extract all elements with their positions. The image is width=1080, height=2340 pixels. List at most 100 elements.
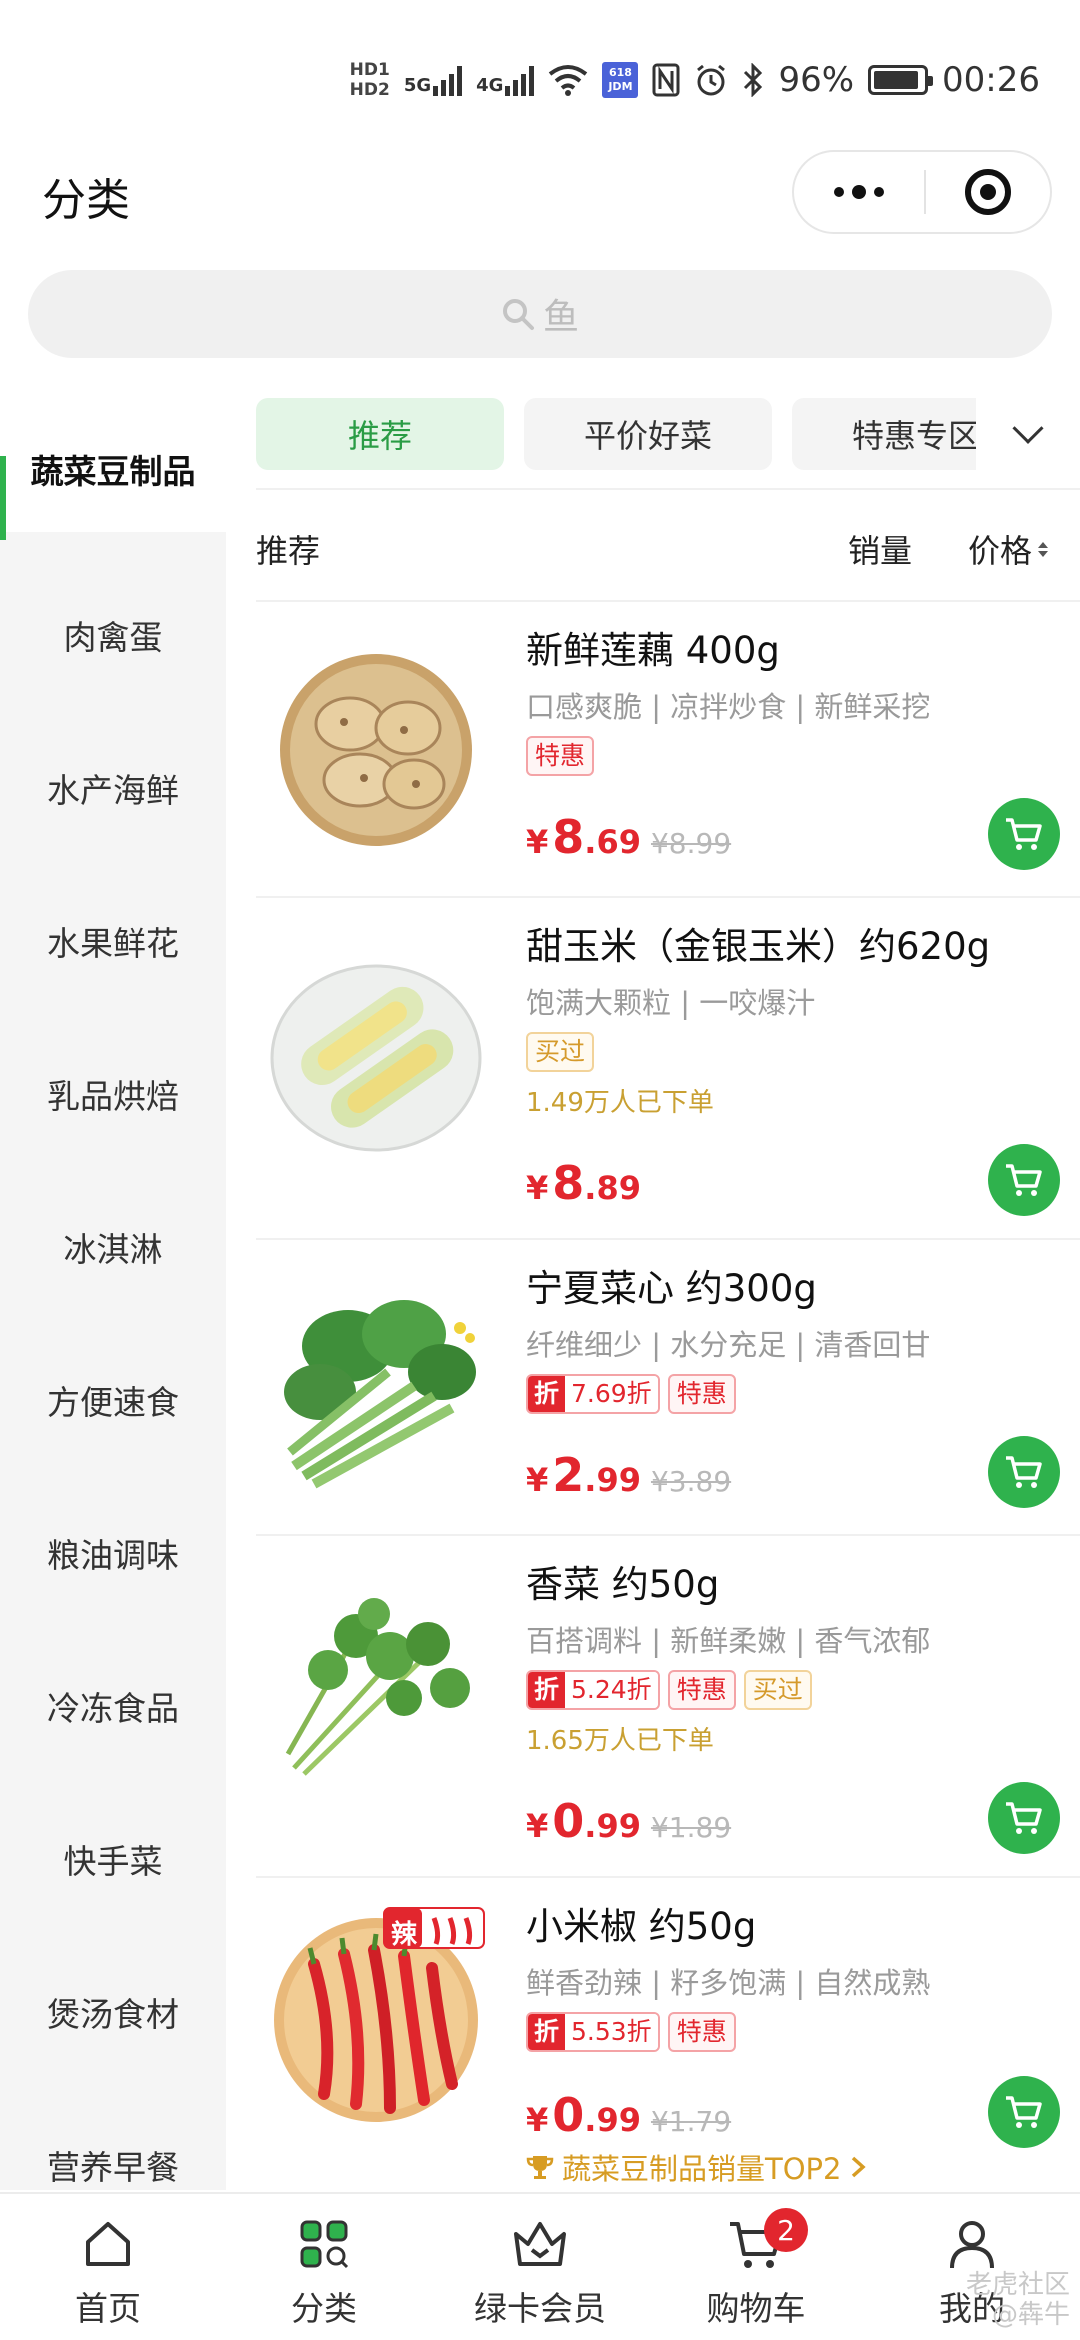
discount-mark: 折 [528, 1376, 566, 1412]
product-card[interactable]: 香菜 约50g 百搭调料 | 新鲜柔嫩 | 香气浓郁 折 5.24折 特惠 买过 … [256, 1536, 1080, 1878]
product-info: 新鲜莲藕 400g 口感爽脆 | 凉拌炒食 | 新鲜采挖 特惠 [526, 620, 1060, 776]
status-icons: HD1 HD2 5G 4G 618 JDM 96% 00:26 [350, 55, 1040, 105]
price-integer: 8 [552, 1156, 585, 1210]
product-price: ¥ 0 .99 ¥1.89 [526, 1794, 731, 1848]
add-to-cart-button[interactable] [988, 2076, 1060, 2148]
sidebar-item-grain-oil[interactable]: 粮油调味 [0, 1476, 226, 1629]
price-decimal: .99 [584, 1461, 641, 1499]
price-decimal: .99 [584, 1807, 641, 1845]
product-price: ¥ 8 .89 [526, 1156, 641, 1210]
price-integer: 2 [552, 1448, 585, 1502]
hd2-label: HD2 [349, 80, 390, 100]
sidebar-item-label: 冷冻食品 [47, 1688, 179, 1728]
product-name: 小米椒 约50g [526, 1905, 757, 1948]
tab-special-offer[interactable]: 特惠专区 [792, 398, 976, 470]
sidebar-item-label: 水产海鲜 [47, 770, 179, 810]
product-name: 香菜 约50g [526, 1563, 720, 1606]
header: 分类 [0, 150, 1080, 260]
cart-icon [1006, 1164, 1042, 1196]
sort-bar: 推荐 销量 价格 [256, 510, 1056, 590]
cart-icon [1006, 1456, 1042, 1488]
sidebar-item-frozen[interactable]: 冷冻食品 [0, 1629, 226, 1782]
special-offer-tag: 特惠 [667, 1670, 736, 1710]
miniprogram-capsule [792, 150, 1052, 234]
chevron-right-icon [852, 2156, 867, 2178]
product-price: ¥ 0 .99 ¥1.79 [526, 2088, 731, 2142]
special-offer-tag: 特惠 [667, 2012, 736, 2052]
sidebar-item-quick-dish[interactable]: 快手菜 [0, 1782, 226, 1935]
sales-rank-link[interactable]: 蔬菜豆制品销量TOP2 [526, 2146, 867, 2188]
sidebar-item-fruit[interactable]: 水果鲜花 [0, 864, 226, 1017]
tab-affordable[interactable]: 平价好菜 [524, 398, 772, 470]
product-card[interactable]: 辣 小米椒 约50g 鲜香劲辣 | 籽多饱满 | 自然成熟 折 5.53折 特惠 … [256, 1878, 1080, 2192]
product-tags: 特惠 [526, 736, 1060, 776]
discount-tag: 折 5.24折 [526, 1670, 660, 1710]
sidebar-item-label: 乳品烘焙 [47, 1076, 179, 1116]
sidebar-item-meat[interactable]: 肉禽蛋 [0, 558, 226, 711]
original-price: ¥8.99 [650, 827, 732, 860]
sort-sales[interactable]: 销量 [848, 526, 912, 572]
product-tags: 折 5.53折 特惠 [526, 2012, 1060, 2052]
cart-icon [1006, 1802, 1042, 1834]
battery-icon [868, 65, 934, 95]
net2-label: 4G [476, 75, 504, 96]
close-button[interactable] [926, 152, 1050, 232]
alarm-icon [697, 64, 726, 96]
bought-tag: 买过 [743, 1670, 812, 1710]
search-icon [502, 299, 534, 330]
sidebar-item-dairy[interactable]: 乳品烘焙 [0, 1017, 226, 1170]
nav-cart-label: 购物车 [706, 2289, 806, 2328]
tab-recommend[interactable]: 推荐 [256, 398, 504, 470]
sort-recommend[interactable]: 推荐 [256, 526, 320, 572]
nav-category[interactable]: 分类 [216, 2194, 432, 2340]
sidebar-item-label: 水果鲜花 [47, 923, 179, 963]
home-icon [86, 2222, 130, 2266]
product-info: 小米椒 约50g 鲜香劲辣 | 籽多饱满 | 自然成熟 折 5.53折 特惠 [526, 1896, 1060, 2052]
sidebar-item-label: 蔬菜豆制品 [30, 452, 196, 491]
product-card[interactable]: 宁夏菜心 约300g 纤维细少 | 水分充足 | 清香回甘 折 7.69折 特惠 … [256, 1240, 1080, 1536]
sidebar-item-vegetables[interactable]: 蔬菜豆制品 [0, 406, 226, 540]
member-icon [514, 2222, 566, 2266]
add-to-cart-button[interactable] [988, 1436, 1060, 1508]
sidebar-item-soup[interactable]: 煲汤食材 [0, 1935, 226, 2088]
product-image-coriander [285, 1598, 470, 1776]
sort-price[interactable]: 价格 [968, 526, 1049, 572]
sidebar-item-label: 煲汤食材 [47, 1994, 179, 2034]
user-icon [950, 2221, 994, 2269]
add-to-cart-button[interactable] [988, 798, 1060, 870]
watermark-line2: @犇牛 [991, 2300, 1070, 2330]
nav-home[interactable]: 首页 [0, 2194, 216, 2340]
net1-label: 5G [403, 75, 432, 96]
sidebar-item-label: 冰淇淋 [63, 1229, 163, 1269]
product-image-lotus-root [280, 654, 472, 846]
product-desc: 饱满大颗粒 | 一咬爆汁 [526, 986, 816, 1020]
discount-value: 7.69折 [565, 1376, 658, 1412]
sidebar-item-label: 粮油调味 [47, 1535, 179, 1575]
product-price: ¥ 8 .69 ¥8.99 [526, 810, 731, 864]
close-icon [965, 169, 1011, 215]
nav-cart[interactable]: 2 购物车 [648, 2194, 864, 2340]
product-card[interactable]: 新鲜莲藕 400g 口感爽脆 | 凉拌炒食 | 新鲜采挖 特惠 ¥ 8 .69 … [256, 602, 1080, 898]
special-offer-tag: 特惠 [526, 736, 595, 776]
sidebar-item-seafood[interactable]: 水产海鲜 [0, 711, 226, 864]
product-tags: 折 7.69折 特惠 [526, 1374, 1060, 1414]
sort-arrows-icon [1038, 541, 1049, 557]
discount-mark: 折 [528, 2014, 566, 2050]
sidebar-item-icecream[interactable]: 冰淇淋 [0, 1170, 226, 1323]
bottom-nav: 首页 分类 绿卡会员 2 购物车 我的 老虎社区 @犇牛 [0, 2192, 1080, 2340]
rank-text: 蔬菜豆制品销量TOP2 [562, 2152, 842, 2186]
expand-tabs-button[interactable] [976, 390, 1080, 478]
product-info: 宁夏菜心 约300g 纤维细少 | 水分充足 | 清香回甘 折 7.69折 特惠 [526, 1258, 1060, 1414]
add-to-cart-button[interactable] [988, 1144, 1060, 1216]
price-integer: 0 [552, 1794, 585, 1848]
signal-5g-icon: 5G [403, 64, 463, 96]
search-input[interactable]: 鱼 [28, 270, 1052, 358]
add-to-cart-button[interactable] [988, 1782, 1060, 1854]
original-price: ¥1.89 [650, 1811, 732, 1844]
price-integer: 8 [552, 810, 585, 864]
sidebar-item-instant[interactable]: 方便速食 [0, 1323, 226, 1476]
more-button[interactable] [794, 152, 924, 232]
product-desc: 鲜香劲辣 | 籽多饱满 | 自然成熟 [526, 1966, 931, 2000]
nav-member[interactable]: 绿卡会员 [432, 2194, 648, 2340]
product-card[interactable]: 甜玉米（金银玉米）约620g 饱满大颗粒 | 一咬爆汁 买过 1.49万人已下单… [256, 898, 1080, 1240]
